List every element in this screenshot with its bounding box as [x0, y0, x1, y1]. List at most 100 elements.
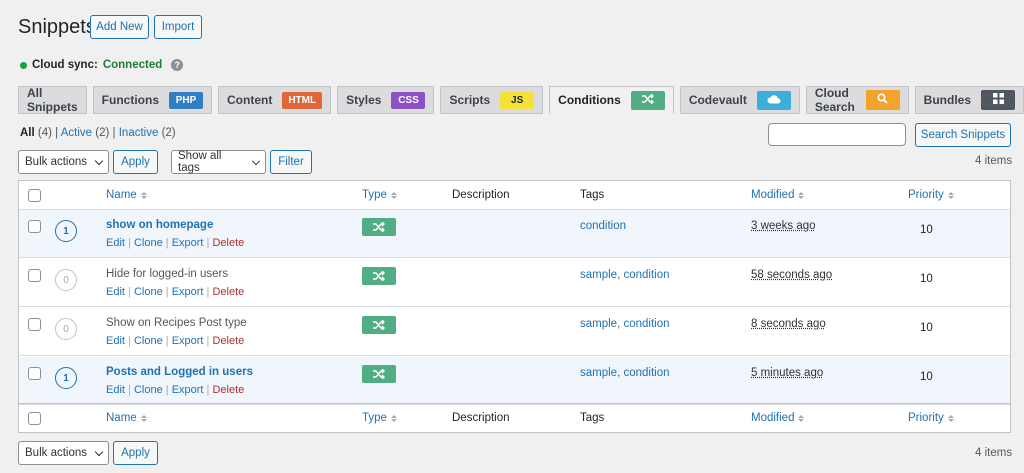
- tag-link[interactable]: condition: [623, 269, 669, 281]
- tab-bundles[interactable]: Bundles: [914, 86, 1024, 114]
- js-badge: JS: [500, 91, 535, 109]
- filter-button[interactable]: Filter: [270, 150, 312, 174]
- column-tags: Tags: [580, 412, 605, 424]
- tab-scripts[interactable]: Scripts JS: [440, 86, 544, 114]
- action-separator: |: [165, 237, 169, 249]
- activation-toggle[interactable]: 0: [55, 269, 77, 291]
- clone-link[interactable]: Clone: [134, 384, 163, 396]
- delete-link[interactable]: Delete: [212, 384, 244, 396]
- chevron-down-icon: [251, 156, 261, 165]
- delete-link[interactable]: Delete: [212, 237, 244, 249]
- tab-content[interactable]: Content HTML: [218, 86, 332, 114]
- add-new-button[interactable]: Add New: [90, 15, 149, 39]
- row-checkbox[interactable]: [28, 318, 41, 331]
- bulk-actions-select-bottom[interactable]: Bulk actions: [18, 441, 109, 465]
- filter-inactive[interactable]: Inactive: [119, 127, 159, 139]
- column-modified[interactable]: Modified: [751, 412, 805, 424]
- row-checkbox[interactable]: [28, 269, 41, 282]
- row-checkbox[interactable]: [28, 220, 41, 233]
- sort-icon: [798, 414, 805, 422]
- snippet-name-link[interactable]: Posts and Logged in users: [106, 366, 253, 378]
- column-type[interactable]: Type: [362, 189, 397, 201]
- snippet-cell: show on homepage Edit | Clone | Export |…: [106, 219, 244, 249]
- priority-value: 10: [920, 322, 933, 334]
- action-separator: |: [165, 335, 169, 347]
- snippet-name-link[interactable]: show on homepage: [106, 219, 244, 231]
- edit-link[interactable]: Edit: [106, 237, 125, 249]
- column-label: Type: [362, 189, 387, 201]
- column-label: Modified: [751, 412, 795, 424]
- column-label: Priority: [908, 412, 944, 424]
- activation-toggle[interactable]: 1: [55, 220, 77, 242]
- bulk-actions-select[interactable]: Bulk actions: [18, 150, 109, 174]
- tab-cloud-search[interactable]: Cloud Search: [805, 86, 909, 114]
- clone-link[interactable]: Clone: [134, 237, 163, 249]
- filter-active-count: (2): [95, 127, 110, 139]
- edit-link[interactable]: Edit: [106, 384, 125, 396]
- delete-link[interactable]: Delete: [212, 335, 244, 347]
- tab-label: Bundles: [923, 93, 971, 107]
- export-link[interactable]: Export: [172, 335, 204, 347]
- items-count: 4 items: [975, 155, 1013, 167]
- import-button[interactable]: Import: [154, 15, 202, 39]
- filter-active[interactable]: Active: [61, 127, 92, 139]
- filter-all[interactable]: All: [20, 127, 35, 139]
- tag-link[interactable]: condition: [623, 367, 669, 379]
- export-link[interactable]: Export: [172, 237, 204, 249]
- tag-link[interactable]: sample: [580, 318, 617, 330]
- edit-link[interactable]: Edit: [106, 286, 125, 298]
- tab-styles[interactable]: Styles CSS: [337, 86, 435, 114]
- select-all-checkbox[interactable]: [28, 189, 41, 202]
- tag-link[interactable]: condition: [580, 220, 626, 232]
- column-name[interactable]: Name: [106, 189, 147, 201]
- export-link[interactable]: Export: [172, 384, 204, 396]
- tab-codevault[interactable]: Codevault: [679, 86, 800, 114]
- tags-select[interactable]: Show all tags: [171, 150, 266, 174]
- tab-label: Functions: [101, 93, 159, 107]
- column-priority[interactable]: Priority: [908, 412, 954, 424]
- clone-link[interactable]: Clone: [134, 335, 163, 347]
- table-row: 0 Hide for logged-in users Edit | Clone …: [19, 259, 1010, 307]
- page-title: Snippets: [18, 16, 96, 38]
- apply-button[interactable]: Apply: [113, 150, 158, 174]
- action-separator: |: [206, 237, 210, 249]
- select-all-checkbox[interactable]: [28, 412, 41, 425]
- activation-toggle[interactable]: 1: [55, 367, 77, 389]
- tab-conditions[interactable]: Conditions: [549, 86, 674, 114]
- search-input[interactable]: [768, 123, 906, 146]
- action-separator: |: [128, 384, 131, 396]
- snippet-name-link[interactable]: Hide for logged-in users: [106, 268, 244, 280]
- cloud-sync-status: Cloud sync: Connected ?: [20, 59, 184, 71]
- snippet-name-link[interactable]: Show on Recipes Post type: [106, 317, 247, 329]
- row-checkbox[interactable]: [28, 367, 41, 380]
- tab-functions[interactable]: Functions PHP: [92, 86, 212, 114]
- tag-link[interactable]: sample: [580, 367, 617, 379]
- search-snippets-button[interactable]: Search Snippets: [915, 123, 1011, 147]
- help-icon[interactable]: ?: [171, 59, 184, 71]
- column-type[interactable]: Type: [362, 412, 397, 424]
- chevron-down-icon: [94, 156, 104, 165]
- delete-link[interactable]: Delete: [212, 286, 244, 298]
- column-priority[interactable]: Priority: [908, 189, 954, 201]
- apply-button-bottom[interactable]: Apply: [113, 441, 158, 465]
- row-actions: Edit | Clone | Export | Delete: [106, 286, 244, 298]
- sort-icon: [140, 191, 147, 199]
- modified-time: 3 weeks ago: [751, 220, 816, 232]
- activation-toggle[interactable]: 0: [55, 318, 77, 340]
- sort-icon: [947, 191, 954, 199]
- tab-label: Styles: [346, 93, 382, 107]
- column-label: Type: [362, 412, 387, 424]
- column-modified[interactable]: Modified: [751, 189, 805, 201]
- sort-icon: [798, 191, 805, 199]
- edit-link[interactable]: Edit: [106, 335, 125, 347]
- table-row: 1 show on homepage Edit | Clone | Export…: [19, 210, 1010, 258]
- clone-link[interactable]: Clone: [134, 286, 163, 298]
- column-label: Name: [106, 189, 137, 201]
- tag-link[interactable]: condition: [623, 318, 669, 330]
- column-name[interactable]: Name: [106, 412, 147, 424]
- export-link[interactable]: Export: [172, 286, 204, 298]
- items-count-bottom: 4 items: [975, 447, 1013, 459]
- tag-link[interactable]: sample: [580, 269, 617, 281]
- tab-all-snippets[interactable]: All Snippets: [18, 86, 87, 114]
- row-actions: Edit | Clone | Export | Delete: [106, 237, 244, 249]
